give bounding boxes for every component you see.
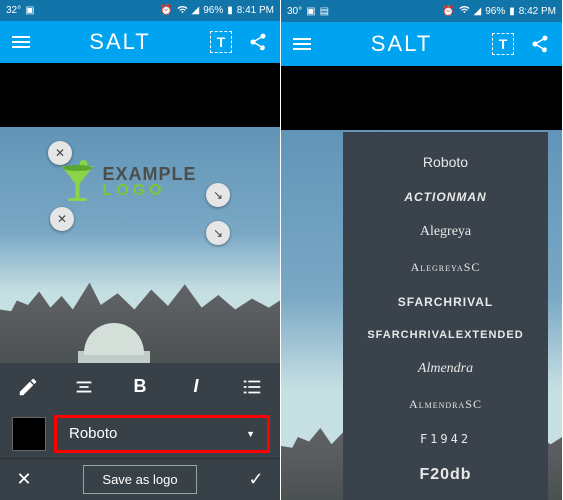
italic-button[interactable]: I bbox=[181, 372, 211, 402]
bold-button[interactable]: B bbox=[125, 372, 155, 402]
font-dropdown[interactable]: Roboto ▼ bbox=[56, 417, 268, 451]
color-swatch[interactable] bbox=[12, 417, 46, 451]
battery-icon: ▮ bbox=[227, 5, 233, 16]
status-bar: 32° ▣ ⏰ ◢ 96% ▮ 8:41 PM bbox=[0, 0, 280, 21]
font-dropdown-label: Roboto bbox=[69, 425, 117, 442]
chevron-down-icon: ▼ bbox=[246, 429, 255, 439]
battery-text: 96% bbox=[203, 5, 223, 16]
battery-icon: ▮ bbox=[509, 6, 515, 17]
text-toolbar: B I bbox=[0, 363, 280, 409]
font-option-almendrasc[interactable]: AlmendraSC bbox=[347, 387, 544, 422]
battery-text: 96% bbox=[485, 6, 505, 17]
dropbox-icon: ▣ bbox=[25, 5, 34, 16]
confirm-button[interactable]: ✓ bbox=[244, 469, 268, 490]
text-tool-button[interactable]: T bbox=[492, 33, 514, 55]
app-title: SALT bbox=[38, 29, 202, 55]
temp-indicator: 30° bbox=[287, 6, 302, 17]
clock-text: 8:41 PM bbox=[237, 5, 274, 16]
menu-icon[interactable] bbox=[293, 38, 311, 50]
align-button[interactable] bbox=[69, 372, 99, 402]
font-picker-panel[interactable]: Roboto ACTIONMAN Alegreya AlegreyaSC SFA… bbox=[343, 132, 548, 500]
editor-canvas[interactable]: EXAMPLE LOGO ✕ ✕ ↘ ↘ bbox=[0, 63, 280, 363]
status-left: 32° ▣ bbox=[6, 5, 35, 16]
font-option-f20db[interactable]: F20db bbox=[347, 456, 544, 494]
status-right: ⏰ ◢ 96% ▮ 8:41 PM bbox=[160, 4, 274, 18]
phone-right-screenshot: 30° ▣ ▤ ⏰ ◢ 96% ▮ 8:42 PM SALT T bbox=[281, 0, 562, 500]
app-bar: SALT T bbox=[281, 22, 562, 66]
font-option-almendra[interactable]: Almendra bbox=[347, 351, 544, 387]
canvas-black-top bbox=[0, 63, 280, 127]
wifi-icon bbox=[177, 4, 188, 18]
save-as-logo-button[interactable]: Save as logo bbox=[83, 465, 196, 494]
martini-icon bbox=[58, 160, 98, 204]
alarm-icon: ⏰ bbox=[160, 5, 172, 16]
app-title: SALT bbox=[319, 31, 484, 57]
notification-icon: ▤ bbox=[320, 6, 329, 17]
font-row: Roboto ▼ bbox=[0, 410, 280, 458]
signal-icon: ◢ bbox=[474, 6, 482, 17]
alarm-icon: ⏰ bbox=[442, 6, 454, 17]
status-left: 30° ▣ ▤ bbox=[287, 6, 329, 17]
menu-icon[interactable] bbox=[12, 36, 30, 48]
list-button[interactable] bbox=[237, 372, 267, 402]
bottom-bar: ✕ Save as logo ✓ bbox=[0, 458, 280, 500]
signal-icon: ◢ bbox=[192, 5, 200, 16]
temp-indicator: 32° bbox=[6, 5, 21, 16]
phone-left-screenshot: 32° ▣ ⏰ ◢ 96% ▮ 8:41 PM SALT T bbox=[0, 0, 281, 500]
dropbox-icon: ▣ bbox=[306, 6, 315, 17]
logo-line1: EXAMPLE bbox=[103, 165, 197, 183]
cancel-button[interactable]: ✕ bbox=[12, 469, 36, 490]
canvas-black-top bbox=[281, 66, 562, 130]
font-option-alegreyasc[interactable]: AlegreyaSC bbox=[347, 250, 544, 285]
font-option-abeezee[interactable]: ABeeZee bbox=[347, 494, 544, 500]
share-button[interactable] bbox=[530, 34, 550, 54]
font-option-sfarchrivalextended[interactable]: SFARCHRIVALEXTENDED bbox=[347, 319, 544, 351]
font-option-alegreya[interactable]: Alegreya bbox=[347, 214, 544, 250]
logo-line2: LOGO bbox=[103, 183, 197, 199]
status-right: ⏰ ◢ 96% ▮ 8:42 PM bbox=[442, 4, 556, 18]
logo-overlay[interactable]: EXAMPLE LOGO bbox=[58, 157, 223, 207]
share-button[interactable] bbox=[248, 32, 268, 52]
logo-text: EXAMPLE LOGO bbox=[103, 165, 197, 199]
clock-text: 8:42 PM bbox=[519, 6, 556, 17]
edit-pencil-button[interactable] bbox=[13, 372, 43, 402]
font-option-f1942[interactable]: F1942 bbox=[347, 422, 544, 456]
text-tool-button[interactable]: T bbox=[210, 31, 232, 53]
font-option-roboto[interactable]: Roboto bbox=[347, 144, 544, 180]
wifi-icon bbox=[459, 4, 470, 18]
editor-canvas[interactable]: PLE O Roboto ACTIONMAN Alegreya Alegreya… bbox=[281, 66, 562, 500]
font-option-actionman[interactable]: ACTIONMAN bbox=[347, 180, 544, 214]
background-image: EXAMPLE LOGO ✕ ✕ ↘ ↘ bbox=[0, 127, 280, 363]
font-option-sfarchrival[interactable]: SFARCHRIVAL bbox=[347, 285, 544, 319]
status-bar: 30° ▣ ▤ ⏰ ◢ 96% ▮ 8:42 PM bbox=[281, 0, 562, 22]
app-bar: SALT T bbox=[0, 21, 280, 63]
